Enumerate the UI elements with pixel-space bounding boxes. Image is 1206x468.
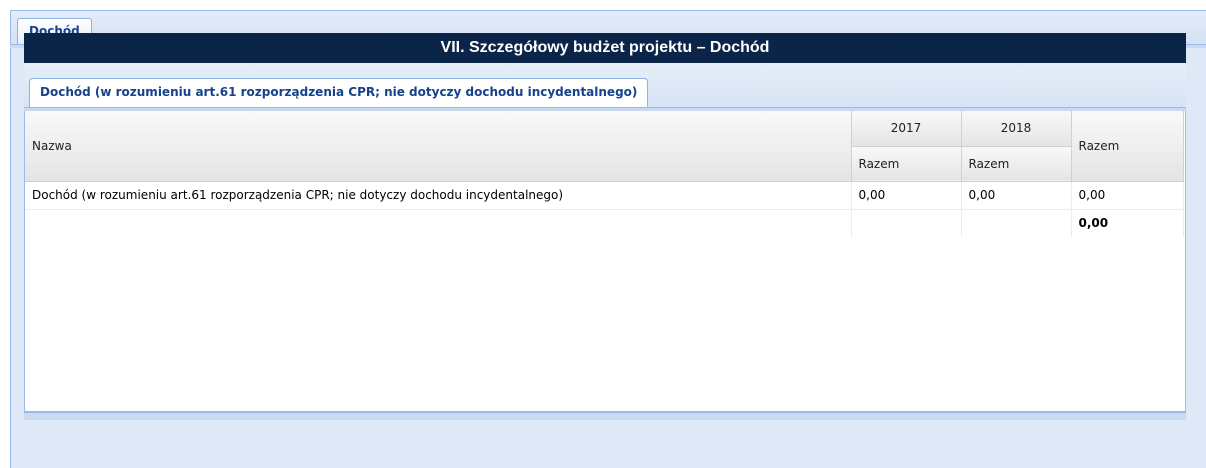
grid-bottom-bar bbox=[24, 412, 1186, 420]
table-row[interactable]: Dochód (w rozumieniu art.61 rozporządzen… bbox=[25, 181, 1184, 210]
section-title: VII. Szczegółowy budżet projektu – Dochó… bbox=[24, 33, 1186, 63]
row-value-2017-cell[interactable]: 0,00 bbox=[851, 181, 962, 210]
tab-dochod-cpr[interactable]: Dochód (w rozumieniu art.61 rozporządzen… bbox=[29, 78, 649, 107]
column-header-name[interactable]: Nazwa bbox=[25, 111, 852, 182]
summary-empty-cell bbox=[25, 209, 852, 237]
budget-grid: Nazwa 2017 2018 Razem Razem Razem Dochód… bbox=[24, 111, 1186, 412]
column-header-total[interactable]: Razem bbox=[1071, 111, 1184, 182]
column-header-year-2018[interactable]: 2018 bbox=[961, 111, 1072, 147]
column-header-year-2017[interactable]: 2017 bbox=[851, 111, 962, 147]
column-subheader-2017-total[interactable]: Razem bbox=[851, 146, 962, 182]
column-subheader-2018-total[interactable]: Razem bbox=[961, 146, 1072, 182]
summary-empty-cell bbox=[961, 209, 1072, 237]
summary-empty-cell bbox=[851, 209, 962, 237]
inner-tab-strip: Dochód (w rozumieniu art.61 rozporządzen… bbox=[24, 63, 1186, 107]
summary-total-cell: 0,00 bbox=[1071, 209, 1184, 237]
budget-table: Nazwa 2017 2018 Razem Razem Razem Dochód… bbox=[25, 111, 1184, 237]
summary-row: 0,00 bbox=[25, 209, 1184, 237]
row-value-2018-cell[interactable]: 0,00 bbox=[961, 181, 1072, 210]
row-total-cell[interactable]: 0,00 bbox=[1071, 181, 1184, 210]
row-name-cell[interactable]: Dochód (w rozumieniu art.61 rozporządzen… bbox=[25, 181, 852, 210]
